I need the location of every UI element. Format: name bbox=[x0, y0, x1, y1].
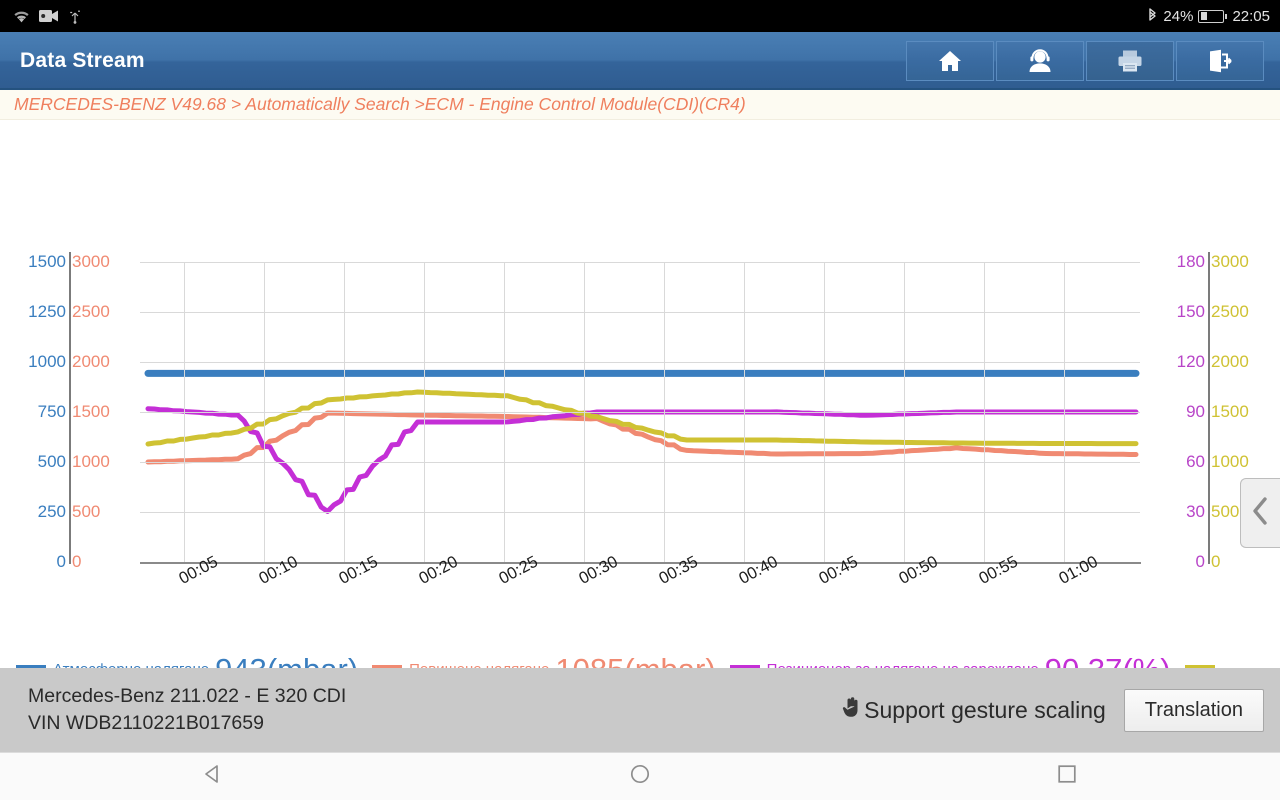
axis-tick: 120 bbox=[1176, 352, 1205, 371]
exit-button[interactable] bbox=[1176, 41, 1264, 81]
wifi-icon bbox=[12, 9, 31, 24]
axis-tick: 1000 bbox=[72, 452, 110, 471]
axis-tick: 2500 bbox=[1211, 302, 1249, 321]
data-stream-chart: 1500 1250 1000 750 500 250 0 3000 2500 2000 1500 1… bbox=[0, 120, 1280, 718]
axis-tick: 180 bbox=[1176, 252, 1205, 271]
gridline-horizontal bbox=[140, 412, 1140, 413]
gridline-vertical bbox=[744, 262, 745, 562]
axis-tick: 0 bbox=[1211, 552, 1221, 571]
axis-tick: 150 bbox=[1176, 302, 1205, 321]
axis-tick: 500 bbox=[1211, 502, 1240, 521]
nav-home-button[interactable] bbox=[580, 764, 700, 789]
gridline-vertical bbox=[584, 262, 585, 562]
gridline-horizontal bbox=[140, 362, 1140, 363]
vehicle-info-bar: Mercedes-Benz 211.022 - E 320 CDI VIN WD… bbox=[0, 668, 1280, 752]
gridline-vertical bbox=[344, 262, 345, 562]
home-button[interactable] bbox=[906, 41, 994, 81]
gridline-vertical bbox=[264, 262, 265, 562]
axis-tick: 0 bbox=[56, 552, 66, 571]
series-line bbox=[145, 406, 1139, 514]
breadcrumb: MERCEDES-BENZ V49.68 > Automatically Sea… bbox=[0, 90, 1280, 120]
axis-tick: 1500 bbox=[28, 252, 66, 271]
axis-tick: 30 bbox=[1186, 502, 1205, 521]
vehicle-info: Mercedes-Benz 211.022 - E 320 CDI VIN WD… bbox=[28, 683, 346, 737]
exit-icon bbox=[1207, 49, 1233, 73]
axis-tick: 500 bbox=[37, 452, 66, 471]
gridline-vertical bbox=[504, 262, 505, 562]
gridline-vertical bbox=[184, 262, 185, 562]
gridline-vertical bbox=[1064, 262, 1065, 562]
status-bar-left-icons bbox=[12, 9, 83, 24]
axis-tick: 750 bbox=[37, 402, 66, 421]
axis-tick: 60 bbox=[1186, 452, 1205, 471]
android-status-bar: 24% 22:05 bbox=[0, 0, 1280, 32]
plot-area bbox=[140, 262, 1140, 563]
axis-tick: 1000 bbox=[28, 352, 66, 371]
gridline-horizontal bbox=[140, 262, 1140, 263]
x-axis-tick-labels: 00:05 00:10 00:15 00:20 00:25 00:30 00:35 00:40… bbox=[140, 553, 1141, 626]
axis-tick: 0 bbox=[1195, 552, 1205, 571]
app-title-bar: Data Stream bbox=[0, 32, 1280, 90]
hand-pointer-icon bbox=[841, 696, 861, 724]
battery-icon bbox=[1198, 9, 1228, 23]
axis-tick: 250 bbox=[37, 502, 66, 521]
right-axis-rule bbox=[1208, 252, 1210, 564]
axis-tick: 500 bbox=[72, 502, 101, 521]
gridline-vertical bbox=[904, 262, 905, 562]
info-bar-right: Support gesture scaling Translation bbox=[841, 688, 1264, 732]
bluetooth-icon bbox=[1147, 8, 1158, 24]
recents-square-icon bbox=[1057, 764, 1077, 789]
android-nav-bar bbox=[0, 752, 1280, 800]
series-line bbox=[145, 410, 1139, 465]
axis-tick: 3000 bbox=[72, 252, 110, 271]
axis-tick: 0 bbox=[72, 552, 82, 571]
axis-tick: 2500 bbox=[72, 302, 110, 321]
gridline-vertical bbox=[664, 262, 665, 562]
axis-tick: 90 bbox=[1186, 402, 1205, 421]
screen-record-icon bbox=[39, 9, 59, 23]
gridline-vertical bbox=[984, 262, 985, 562]
vehicle-vin: VIN WDB2110221B017659 bbox=[28, 712, 264, 734]
left-axis-rule bbox=[69, 252, 71, 564]
printer-icon bbox=[1117, 49, 1143, 73]
translation-button[interactable]: Translation bbox=[1123, 688, 1264, 732]
axis-tick: 1500 bbox=[72, 402, 110, 421]
gridline-vertical bbox=[424, 262, 425, 562]
axis-tick: 1250 bbox=[28, 302, 66, 321]
axis-tick: 2000 bbox=[72, 352, 110, 371]
page-title: Data Stream bbox=[20, 49, 145, 72]
chevron-left-icon bbox=[1251, 496, 1271, 531]
nav-back-button[interactable] bbox=[153, 764, 273, 789]
status-bar-right-icons: 24% 22:05 bbox=[1147, 8, 1270, 25]
gridline-horizontal bbox=[140, 312, 1140, 313]
status-bar-clock: 22:05 bbox=[1232, 7, 1270, 25]
battery-percent-label: 24% bbox=[1163, 7, 1194, 25]
axis-tick: 2000 bbox=[1211, 352, 1249, 371]
support-button[interactable] bbox=[996, 41, 1084, 81]
axis-tick: 1000 bbox=[1211, 452, 1249, 471]
usb-debug-icon bbox=[67, 9, 83, 24]
gesture-hint-label: Support gesture scaling bbox=[864, 696, 1106, 723]
collapse-panel-button[interactable] bbox=[1240, 478, 1280, 548]
gridline-horizontal bbox=[140, 462, 1140, 463]
vehicle-model: Mercedes-Benz 211.022 - E 320 CDI bbox=[28, 685, 347, 708]
headset-person-icon bbox=[1026, 49, 1054, 73]
gridline-horizontal bbox=[140, 512, 1140, 513]
home-circle-icon bbox=[630, 764, 650, 789]
gesture-hint: Support gesture scaling bbox=[841, 696, 1106, 724]
nav-recents-button[interactable] bbox=[1007, 764, 1127, 789]
gridline-vertical bbox=[824, 262, 825, 562]
axis-tick: 1500 bbox=[1211, 402, 1249, 421]
back-triangle-icon bbox=[203, 764, 223, 789]
toolbar-actions bbox=[906, 41, 1264, 81]
print-button[interactable] bbox=[1086, 41, 1174, 81]
axis-tick: 3000 bbox=[1211, 252, 1249, 271]
home-icon bbox=[937, 49, 963, 73]
